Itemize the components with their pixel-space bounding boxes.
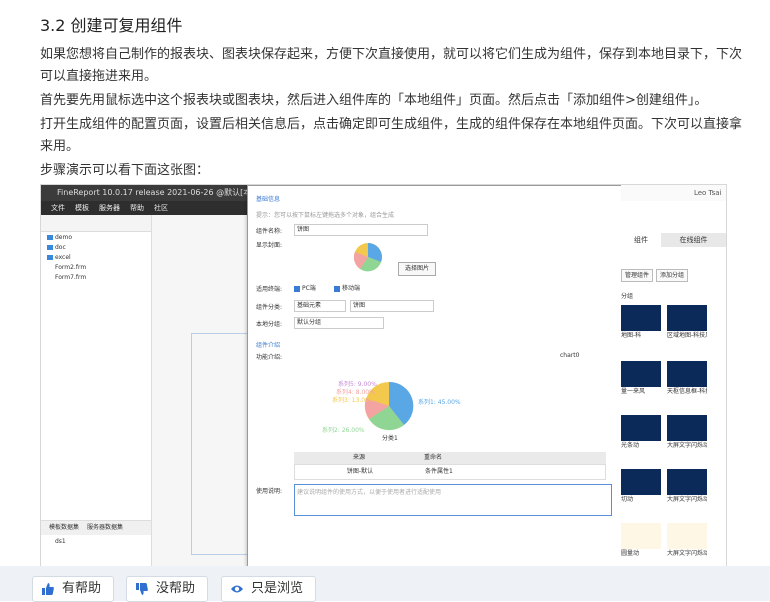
tab-template-dataset[interactable]: 模板数据集: [49, 524, 79, 531]
library-buttons: 管理组件 添加分组: [621, 269, 691, 282]
pie-label: 系列1: 45.00%: [418, 398, 461, 406]
category-select-1[interactable]: 基础元素: [294, 300, 346, 312]
paragraph-demo: 步骤演示可以看下面这张图：: [40, 163, 210, 178]
dataset-item[interactable]: ds1: [41, 535, 165, 549]
component-tile[interactable]: 量一来风: [621, 361, 661, 397]
feedback-bar: 有帮助 没帮助 只是浏览: [0, 566, 770, 602]
preview-pie-chart: 系列1: 45.00% 系列2: 26.00% 系列3: 13.00% 系列4:…: [322, 380, 461, 442]
menu-template[interactable]: 模板: [75, 201, 89, 215]
component-tile[interactable]: 大屏文字闪烁动: [667, 523, 707, 559]
terminal-label: 适用终端:: [256, 286, 283, 293]
tree-item[interactable]: doc: [41, 243, 151, 253]
component-tile[interactable]: 大屏文字闪烁动: [667, 415, 707, 451]
category-label: 组件分类:: [256, 304, 283, 311]
pie-label: 系列4: 8.00%: [336, 388, 375, 396]
pie-title: 分类1: [382, 434, 398, 442]
pie-label: 系列2: 26.00%: [322, 426, 365, 434]
thumbs-up-icon: [42, 583, 54, 595]
menu-file[interactable]: 文件: [51, 201, 65, 215]
cover-pie-icon: [353, 243, 382, 272]
tab-components[interactable]: 组件: [621, 233, 661, 247]
name-label: 组件名称:: [256, 228, 283, 235]
paragraph-step2: 打开生成组件的配置页面，设置后相关信息后，点击确定即可生成组件，生成的组件保存在…: [40, 117, 743, 154]
manage-components-button[interactable]: 管理组件: [621, 269, 654, 282]
cover-label: 显示封面:: [256, 242, 283, 249]
section-intro: 组件介绍: [256, 342, 281, 349]
app-menu-bar: 文件 模板 服务器 帮助 社区: [41, 201, 251, 215]
component-tile[interactable]: 地图-科: [621, 305, 661, 341]
tab-online-components[interactable]: 在线组件: [661, 233, 726, 247]
pie-label: 系列5: 9.00%: [338, 380, 377, 388]
usage-textarea[interactable]: 建议说明组件的使用方式，以便于使用者进行适配使用: [294, 484, 612, 516]
chart-name: chart0: [560, 352, 580, 359]
not-helpful-button[interactable]: 没帮助: [126, 576, 208, 602]
tree-item[interactable]: Form2.frm: [41, 263, 151, 273]
tree-item[interactable]: excel: [41, 253, 151, 263]
pie-label: 系列3: 13.00%: [332, 396, 375, 404]
terminal-pc-checkbox[interactable]: PC端: [294, 283, 316, 292]
check-icon: [334, 285, 340, 292]
paragraph-step1: 首先要先用鼠标选中这个报表块或图表块，然后进入组件库的「本地组件」页面。然后点击…: [40, 93, 708, 108]
paragraph-intro: 如果您想将自己制作的报表块、图表块保存起来，方便下次直接使用，就可以将它们生成为…: [40, 47, 743, 84]
terminal-mobile-checkbox[interactable]: 移动端: [334, 283, 360, 292]
section-heading: 3.2 创建可复用组件: [40, 16, 183, 35]
dataset-tabs: 模板数据集 服务器数据集: [41, 520, 151, 535]
table-header: 来源 重命名: [294, 452, 606, 464]
check-icon: [294, 285, 300, 292]
component-tile[interactable]: 切动: [621, 469, 661, 505]
usage-label: 使用说明:: [256, 488, 283, 495]
category-select-2[interactable]: 饼图: [350, 300, 434, 312]
rename-table: 来源 重命名 饼图-默认 条件属性1: [294, 452, 606, 480]
component-tile[interactable]: 区域地图-科技风: [667, 305, 707, 341]
table-row[interactable]: 饼图-默认 条件属性1: [294, 464, 606, 480]
component-library-panel: Leo Tsai 组件 在线组件 管理组件 添加分组 分组 地图-科 区域地图-科…: [621, 185, 726, 569]
component-name-input[interactable]: 饼图: [294, 224, 428, 236]
component-tile[interactable]: 大屏文字闪烁动: [667, 469, 707, 505]
local-group-select[interactable]: 默认分组: [294, 317, 384, 329]
menu-server[interactable]: 服务器: [99, 201, 120, 215]
component-tile[interactable]: 圆量动: [621, 523, 661, 559]
section-basic-info: 基础信息: [256, 196, 281, 203]
tree-item[interactable]: demo: [41, 233, 151, 243]
user-name: Leo Tsai: [621, 185, 726, 201]
thumbs-down-icon: [136, 583, 148, 595]
just-browsing-button[interactable]: 只是浏览: [221, 576, 316, 602]
select-image-button[interactable]: 选择图片: [398, 262, 436, 276]
group-section: 分组: [621, 293, 634, 300]
create-component-dialog: 基础信息 提示：您可以按下鼠标左键拖选多个对象，组合生成 组件名称: 饼图 显示…: [247, 185, 623, 569]
demo-screenshot: FineReport 10.0.17 release 2021-06-26 @默…: [40, 184, 727, 570]
dialog-tip: 提示：您可以按下鼠标左键拖选多个对象，组合生成: [256, 212, 395, 219]
menu-community[interactable]: 社区: [154, 201, 168, 215]
eye-icon: [231, 585, 243, 593]
helpful-button[interactable]: 有帮助: [32, 576, 114, 602]
design-canvas: [191, 333, 253, 555]
tab-server-dataset[interactable]: 服务器数据集: [87, 524, 123, 531]
local-group-label: 本地分组:: [256, 321, 283, 328]
library-tabs: 组件 在线组件: [621, 233, 726, 247]
component-tile[interactable]: 光条动: [621, 415, 661, 451]
tree-item[interactable]: Form7.frm: [41, 273, 151, 283]
add-group-button[interactable]: 添加分组: [656, 269, 689, 282]
component-tile[interactable]: 天枢信息框-科技风: [667, 361, 707, 397]
menu-help[interactable]: 帮助: [130, 201, 144, 215]
template-tree: demo doc excel Form2.frm Form7.frm: [41, 233, 151, 513]
preview-label: 功能介绍:: [256, 354, 283, 361]
